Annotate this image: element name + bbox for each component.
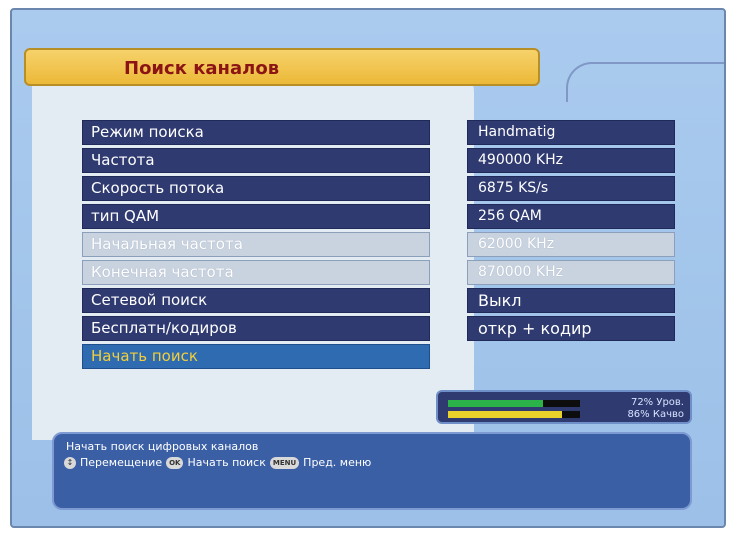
navigate-arrows-icon: ↕ [64, 456, 76, 469]
value-qam-type[interactable]: 256 QAM [467, 204, 675, 229]
menu-item-start-frequency: Начальная частота [82, 232, 430, 257]
help-menu-label: Пред. меню [303, 456, 372, 469]
value-frequency[interactable]: 490000 KHz [467, 148, 675, 173]
help-nav-label: Перемещение [80, 456, 163, 469]
signal-quality-fill [448, 411, 562, 418]
help-panel: Начать поиск цифровых каналов ↕ Перемеще… [52, 432, 692, 510]
value-start-frequency: 62000 KHz [467, 232, 675, 257]
menu-item-symbol-rate[interactable]: Скорость потока [82, 176, 430, 201]
help-keys: ↕ Перемещение OK Начать поиск MENU Пред.… [64, 456, 371, 469]
menu-key-icon: MENU [269, 456, 300, 469]
menu-item-search-mode[interactable]: Режим поиска [82, 120, 430, 145]
menu-item-free-scrambled[interactable]: Бесплатн/кодиров [82, 316, 430, 341]
menu-item-network-search[interactable]: Сетевой поиск [82, 288, 430, 313]
menu-item-end-frequency: Конечная частота [82, 260, 430, 285]
menu-item-start-search[interactable]: Начать поиск [82, 344, 430, 369]
value-search-mode[interactable]: Handmatig [467, 120, 675, 145]
title-bar [24, 48, 540, 86]
header-decoration [566, 62, 724, 102]
signal-level-label: 72% Уров. [630, 397, 684, 408]
signal-level-fill [448, 400, 544, 407]
value-end-frequency: 870000 KHz [467, 260, 675, 285]
help-description: Начать поиск цифровых каналов [66, 440, 259, 453]
signal-quality-label: 86% Качво [627, 409, 684, 420]
signal-quality-bar [448, 411, 580, 418]
signal-level-bar [448, 400, 580, 407]
ok-key-icon: OK [166, 456, 184, 469]
value-free-scrambled[interactable]: откр + кодир [467, 316, 675, 341]
value-network-search[interactable]: Выкл [467, 288, 675, 313]
menu-item-qam-type[interactable]: тип QAM [82, 204, 430, 229]
value-symbol-rate[interactable]: 6875 KS/s [467, 176, 675, 201]
help-ok-label: Начать поиск [187, 456, 266, 469]
signal-indicator: 72% Уров. 86% Качво [436, 390, 692, 424]
menu-item-frequency[interactable]: Частота [82, 148, 430, 173]
page-title: Поиск каналов [124, 58, 280, 79]
